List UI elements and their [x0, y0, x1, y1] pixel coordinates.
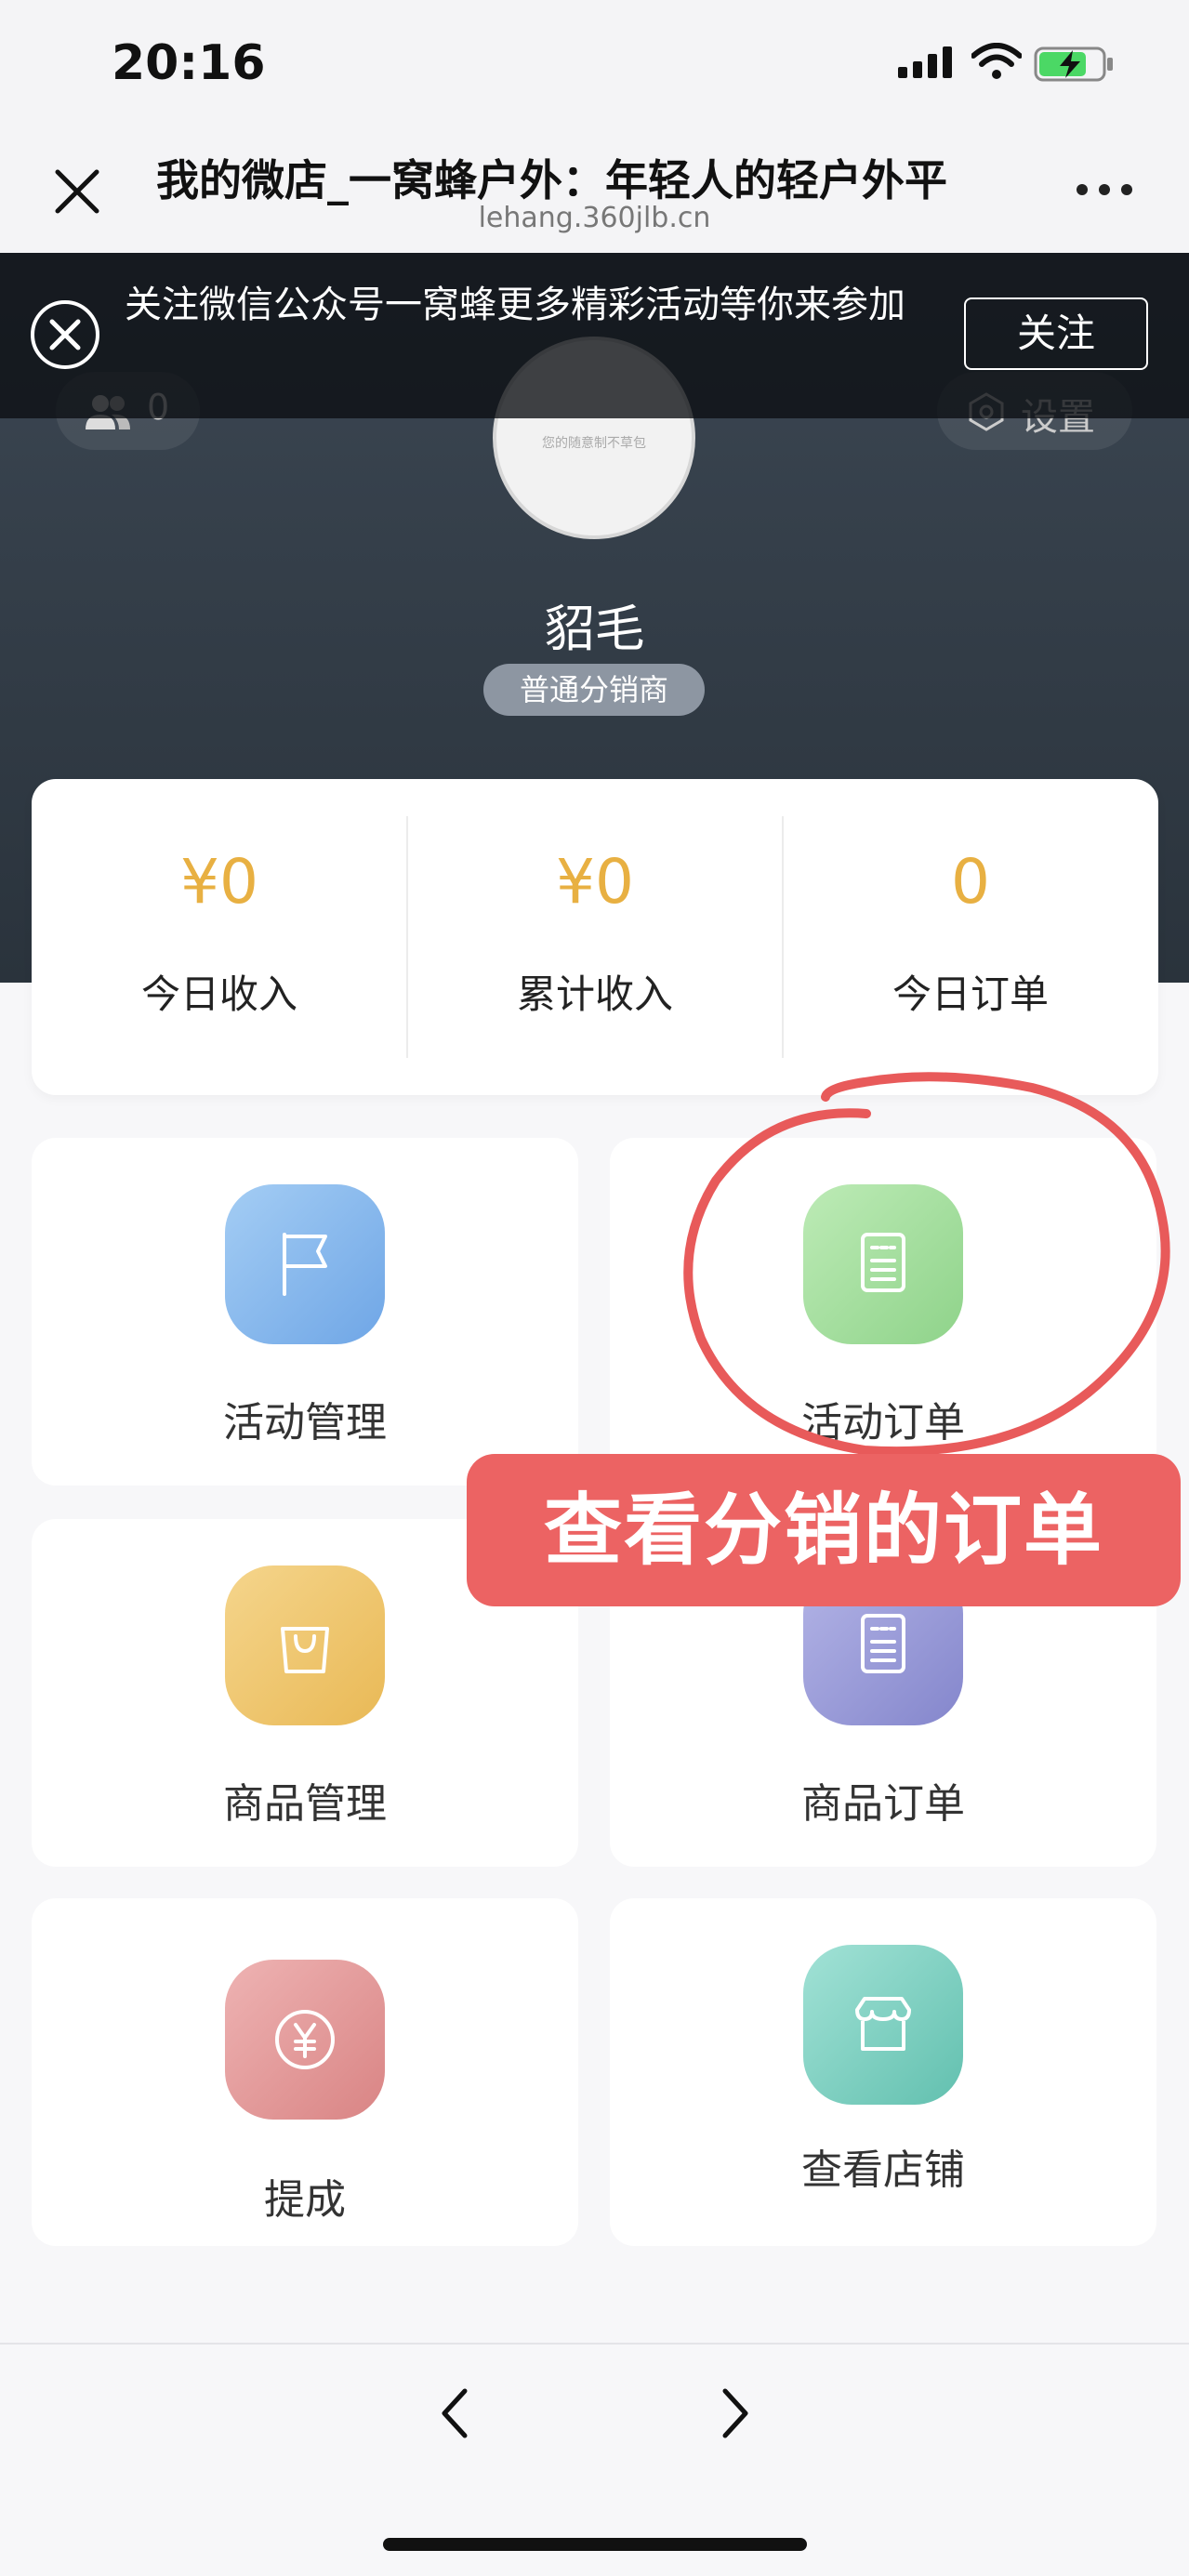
- page-title: 我的微店_一窝蜂户外：年轻人的轻户外平: [156, 155, 947, 205]
- username: 貂毛: [544, 600, 645, 658]
- stat-value: ¥0: [556, 846, 634, 918]
- annotation-label: 查看分销的订单: [467, 1454, 1181, 1606]
- annotation-circle: [660, 1060, 1189, 1473]
- chevron-left-icon[interactable]: [433, 2385, 474, 2445]
- menu-tile-activity-management[interactable]: 活动管理: [32, 1138, 578, 1486]
- stat-label: 累计收入: [516, 971, 673, 1017]
- tile-icon-bg: [225, 1184, 385, 1344]
- flag-icon: [283, 1233, 327, 1296]
- page-url: lehang.360jlb.cn: [478, 202, 711, 234]
- stat-label: 今日订单: [892, 971, 1049, 1017]
- cellular-signal-icon: [898, 46, 956, 82]
- tile-label: 商品管理: [223, 1780, 387, 1828]
- menu-tile-view-store[interactable]: 查看店铺: [610, 1898, 1156, 2246]
- battery-charging-icon: [1034, 46, 1116, 86]
- wifi-icon: [971, 43, 1023, 84]
- avatar-caption: 您的随意制不草包: [542, 436, 646, 451]
- tile-icon-bg: [225, 1960, 385, 2120]
- stat-today-orders: 0 今日订单: [783, 779, 1158, 1095]
- role-badge: 普通分销商: [483, 664, 705, 716]
- stats-card: ¥0 今日收入 ¥0 累计收入 0 今日订单: [32, 779, 1158, 1095]
- follow-button[interactable]: 关注: [964, 297, 1148, 370]
- stat-value: ¥0: [180, 846, 258, 918]
- more-options-icon[interactable]: [1077, 184, 1132, 199]
- tile-label: 提成: [264, 2176, 346, 2224]
- stat-label: 今日收入: [140, 971, 297, 1017]
- stat-value: 0: [951, 846, 990, 918]
- tile-label: 查看店铺: [801, 2147, 965, 2194]
- tile-icon-bg: [225, 1565, 385, 1725]
- menu-tile-commission[interactable]: 提成: [32, 1898, 578, 2246]
- home-indicator: [383, 2538, 807, 2551]
- tile-label: 活动管理: [223, 1399, 387, 1447]
- shopping-bag-icon: [281, 1627, 329, 1673]
- banner-close-icon[interactable]: [30, 299, 100, 370]
- document-icon: [861, 1614, 905, 1673]
- stat-total-income: ¥0 累计收入: [407, 779, 783, 1095]
- yen-coin-icon: [275, 2010, 335, 2069]
- storefront-icon: [855, 1997, 911, 2051]
- follow-banner-text: 关注微信公众号一窝蜂更多精彩活动等你来参加: [125, 284, 905, 326]
- stat-today-income: ¥0 今日收入: [32, 779, 407, 1095]
- tile-icon-bg: [803, 1945, 963, 2105]
- tile-label: 商品订单: [801, 1780, 965, 1828]
- chevron-right-icon[interactable]: [716, 2385, 757, 2445]
- status-time: 20:16: [112, 35, 266, 91]
